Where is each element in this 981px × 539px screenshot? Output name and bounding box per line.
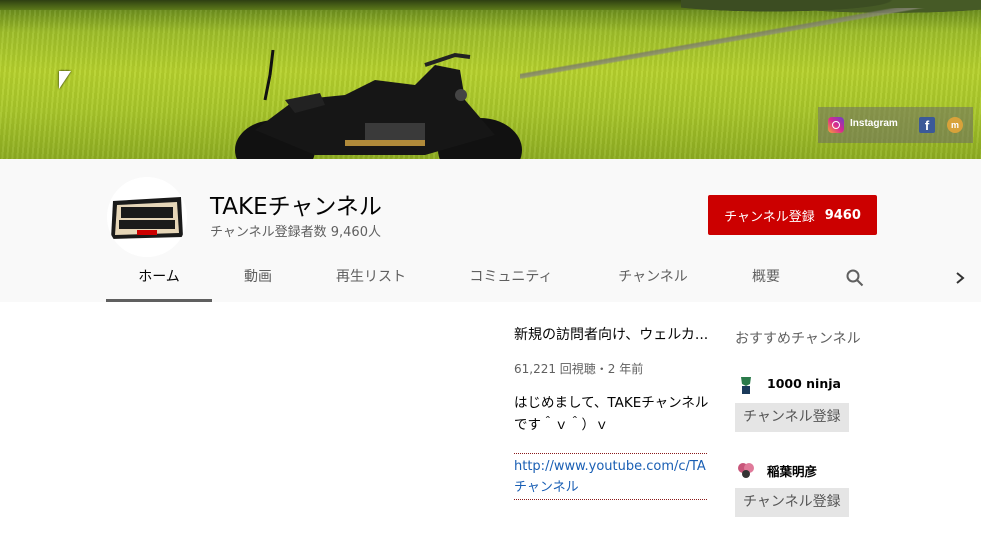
mouse-cursor-icon xyxy=(59,71,71,89)
channel-avatar[interactable] xyxy=(107,177,187,257)
mixi-icon[interactable]: m xyxy=(947,117,963,133)
channel-link[interactable]: http://www.youtube.com/c/TAKEチャンネル チャンネル xyxy=(514,456,707,498)
banner-road xyxy=(520,8,981,88)
featured-video-title[interactable]: 新規の訪問者向け、ウェルカ... xyxy=(514,324,710,344)
recommended-channel-name[interactable]: 稲葉明彦 xyxy=(767,461,817,480)
tab-community[interactable]: コミュニティ xyxy=(456,255,566,302)
chevron-right-icon[interactable] xyxy=(954,269,966,287)
facebook-icon[interactable]: f xyxy=(919,117,935,133)
divider xyxy=(514,453,707,454)
subscribe-button[interactable]: チャンネル登録 xyxy=(735,403,849,432)
home-content: 新規の訪問者向け、ウェルカ... 61,221 回視聴・2 年前 はじめまして、… xyxy=(0,302,981,539)
avatar[interactable] xyxy=(735,459,757,481)
channel-header: TAKEチャンネル チャンネル登録者数 9,460人 チャンネル登録 9460 … xyxy=(0,159,981,302)
divider xyxy=(514,499,707,500)
social-links: Instagram f m xyxy=(818,107,973,143)
tab-about[interactable]: 概要 xyxy=(738,255,794,302)
channel-link-url[interactable]: http://www.youtube.com/c/TAKEチャンネル xyxy=(514,456,707,477)
tab-videos[interactable]: 動画 xyxy=(224,255,292,302)
motorcycle-image xyxy=(235,49,522,159)
search-icon[interactable] xyxy=(846,269,864,287)
instagram-link[interactable]: Instagram xyxy=(850,118,898,129)
channel-tabs: ホーム 動画 再生リスト コミュニティ チャンネル 概要 xyxy=(106,255,981,302)
subscribe-button[interactable]: チャンネル登録 xyxy=(735,488,849,517)
tab-playlists[interactable]: 再生リスト xyxy=(320,255,422,302)
featured-video-meta: 61,221 回視聴・2 年前 xyxy=(514,362,644,376)
subscriber-count: チャンネル登録者数 9,460人 xyxy=(210,225,381,240)
tab-home[interactable]: ホーム xyxy=(106,255,212,302)
avatar[interactable] xyxy=(735,374,757,396)
featured-video-description: はじめまして、TAKEチャンネルです＾ｖ＾）ｖ xyxy=(514,395,709,433)
subscribe-label: チャンネル登録 xyxy=(724,209,815,225)
subscribe-button[interactable]: チャンネル登録 9460 xyxy=(708,195,877,235)
channel-link-text[interactable]: チャンネル xyxy=(514,477,707,498)
instagram-icon[interactable] xyxy=(828,117,844,133)
subscribe-count: 9460 xyxy=(824,207,861,223)
channel-name: TAKEチャンネル xyxy=(210,194,382,220)
recommended-channel-name[interactable]: 1000 ninja xyxy=(767,376,841,391)
channel-logo-icon xyxy=(107,177,187,257)
recommended-heading: おすすめチャンネル xyxy=(735,331,861,347)
channel-banner: Instagram f m xyxy=(0,0,981,159)
tab-channels[interactable]: チャンネル xyxy=(604,255,702,302)
